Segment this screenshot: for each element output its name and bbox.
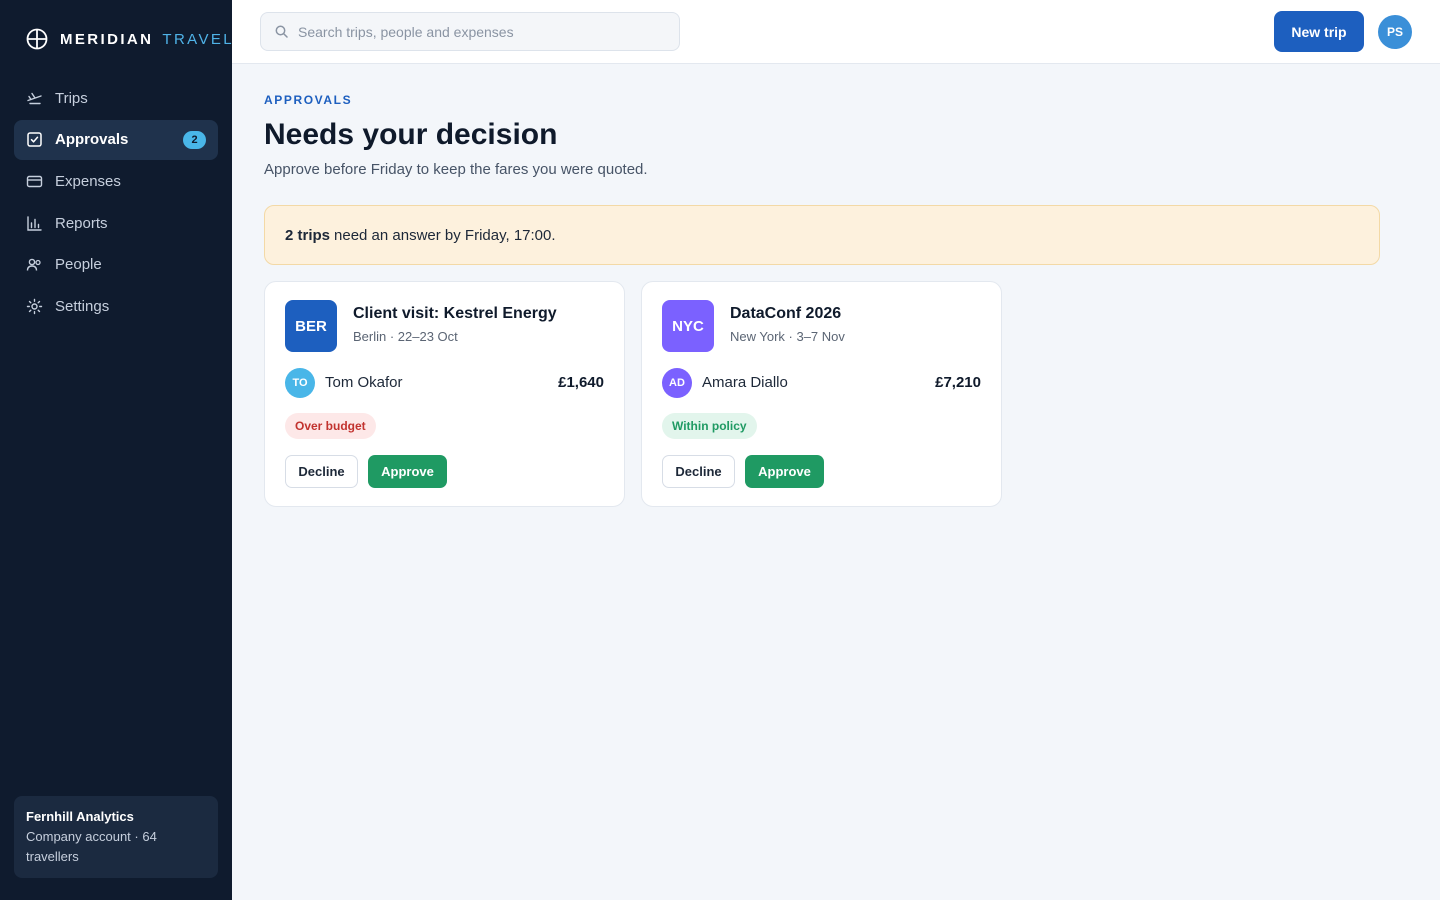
sidebar-item-label: Expenses <box>55 172 121 190</box>
sidebar-item-label: Approvals <box>55 131 129 149</box>
decline-button[interactable]: Decline <box>285 455 358 488</box>
search-icon <box>275 25 288 38</box>
approvals-count-badge: 2 <box>183 130 206 149</box>
bar-chart-icon <box>26 215 43 232</box>
traveller-name: Tom Okafor <box>325 374 403 391</box>
search-box[interactable] <box>260 12 680 51</box>
sidebar: MERIDIAN TRAVEL Trips Approvals 2 Expens… <box>0 0 232 900</box>
trip-card: NYC DataConf 2026 New York · 3–7 Nov AD … <box>641 281 1002 507</box>
trip-card: BER Client visit: Kestrel Energy Berlin … <box>264 281 625 507</box>
globe-crosshair-icon <box>26 28 48 50</box>
sidebar-item-label: Settings <box>55 297 110 315</box>
destination-code: BER <box>285 300 337 352</box>
alert-count: 2 trips <box>285 226 331 244</box>
sidebar-item-label: Trips <box>55 89 88 107</box>
people-icon <box>26 256 43 273</box>
trip-title[interactable]: Client visit: Kestrel Energy <box>353 305 557 323</box>
traveller-name: Amara Diallo <box>702 374 788 391</box>
sidebar-item-settings[interactable]: Settings <box>14 286 218 326</box>
brand-sub: TRAVEL <box>162 30 235 48</box>
check-square-icon <box>26 131 43 148</box>
account-name: Fernhill Analytics <box>26 809 134 824</box>
brand-logo[interactable]: MERIDIAN TRAVEL <box>26 28 234 50</box>
sidebar-item-approvals[interactable]: Approvals 2 <box>14 119 218 160</box>
brand-name: MERIDIAN <box>60 30 154 48</box>
trip-title[interactable]: DataConf 2026 <box>730 305 841 323</box>
top-bar: New trip PS <box>232 0 1440 64</box>
trip-amount: £7,210 <box>935 374 981 391</box>
approve-button[interactable]: Approve <box>368 455 447 488</box>
trip-meta: New York · 3–7 Nov <box>730 329 845 344</box>
gear-icon <box>26 298 43 315</box>
traveller-avatar: TO <box>285 368 315 398</box>
sidebar-item-expenses[interactable]: Expenses <box>14 161 218 201</box>
decline-button[interactable]: Decline <box>662 455 735 488</box>
sidebar-nav: Trips Approvals 2 Expenses Reports Peopl… <box>14 78 218 328</box>
new-trip-button[interactable]: New trip <box>1274 11 1364 52</box>
account-card[interactable]: Fernhill Analytics Company account · 64 … <box>14 796 218 878</box>
sidebar-item-reports[interactable]: Reports <box>14 203 218 243</box>
approve-button[interactable]: Approve <box>745 455 824 488</box>
plane-icon <box>26 90 43 107</box>
deadline-alert: 2 trips need an answer by Friday, 17:00. <box>264 205 1380 265</box>
search-input[interactable] <box>298 23 658 40</box>
status-badge: Within policy <box>662 413 757 439</box>
status-badge: Over budget <box>285 413 376 439</box>
account-description: Company account · 64 travellers <box>26 829 157 864</box>
trip-meta: Berlin · 22–23 Oct <box>353 329 458 344</box>
section-eyebrow: APPROVALS <box>264 93 353 107</box>
sidebar-item-people[interactable]: People <box>14 245 218 285</box>
traveller-avatar: AD <box>662 368 692 398</box>
user-avatar[interactable]: PS <box>1378 15 1412 49</box>
page-subtitle: Approve before Friday to keep the fares … <box>264 161 648 178</box>
sidebar-item-label: Reports <box>55 214 108 232</box>
sidebar-item-label: People <box>55 256 102 274</box>
destination-code: NYC <box>662 300 714 352</box>
alert-text: need an answer by Friday, 17:00. <box>334 226 556 244</box>
card-icon <box>26 173 43 190</box>
sidebar-item-trips[interactable]: Trips <box>14 78 218 118</box>
trip-amount: £1,640 <box>558 374 604 391</box>
page-title: Needs your decision <box>264 118 558 151</box>
